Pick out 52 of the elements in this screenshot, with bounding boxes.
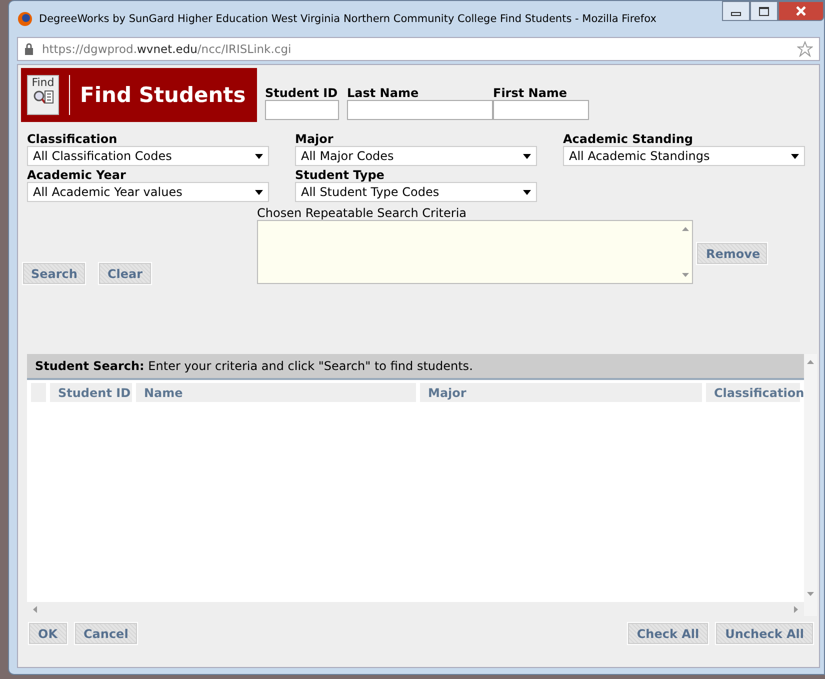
input-field[interactable] — [347, 100, 493, 120]
column-header[interactable]: Student ID — [50, 383, 132, 402]
vertical-scrollbar[interactable] — [804, 354, 817, 616]
field-label: Major — [295, 132, 334, 146]
dialog-button[interactable]: Cancel — [74, 623, 138, 644]
column-header[interactable]: Name — [136, 383, 416, 402]
page-title: Find Students — [80, 83, 246, 107]
field-label: Classification — [27, 132, 118, 146]
field-label: Last Name — [347, 86, 420, 100]
search-action-button[interactable]: Search — [23, 263, 86, 284]
scroll-up-icon[interactable] — [807, 360, 814, 364]
dropdown[interactable]: All Academic Year values — [27, 182, 269, 202]
close-icon[interactable] — [778, 1, 824, 21]
caret-icon — [523, 154, 531, 158]
browser-logo-icon — [17, 11, 33, 27]
check-button[interactable]: Uncheck All — [716, 623, 813, 644]
caret-icon — [523, 190, 531, 194]
input-field[interactable] — [265, 100, 339, 120]
address-bar[interactable]: https://dgwprod.wvnet.edu/ncc/IRISLink.cgi — [17, 37, 820, 61]
dropdown[interactable]: All Major Codes — [295, 146, 537, 166]
lock-icon — [24, 43, 34, 55]
scroll-down-icon[interactable] — [682, 273, 688, 277]
caret-icon — [255, 154, 263, 158]
check-button[interactable]: Check All — [628, 623, 708, 644]
field-label: Student ID — [265, 86, 339, 100]
field-label: First Name — [493, 86, 568, 100]
scroll-left-icon[interactable] — [33, 606, 37, 612]
bookmark-star-icon[interactable] — [797, 41, 813, 57]
scroll-up-icon[interactable] — [682, 227, 688, 231]
field-label: Student Type — [295, 168, 386, 182]
url-text: https://dgwprod.wvnet.edu/ncc/IRISLink.cgi — [42, 42, 292, 56]
dropdown[interactable]: All Classification Codes — [27, 146, 269, 166]
scroll-right-icon[interactable] — [794, 606, 798, 612]
dialog-button[interactable]: OK — [29, 623, 66, 644]
dropdown[interactable]: All Academic Standings — [563, 146, 805, 166]
results-hint: Student Search: Enter your criteria and click "Search" to find students. — [35, 359, 473, 373]
maximize-icon[interactable] — [750, 1, 778, 21]
dropdown[interactable]: All Student Type Codes — [295, 182, 537, 202]
remove-button[interactable]: Remove — [697, 243, 767, 264]
criteria-label: Chosen Repeatable Search Criteria — [257, 206, 468, 220]
window-title: DegreeWorks by SunGard Higher Education West Virginia Northern Community College Find Students - Mozilla Firefox — [39, 13, 656, 25]
scroll-down-icon[interactable] — [807, 592, 814, 596]
minimize-icon[interactable] — [722, 1, 750, 21]
field-label: Academic Standing — [563, 132, 694, 146]
column-header[interactable]: Major — [420, 383, 702, 402]
criteria-list[interactable] — [257, 220, 693, 284]
caret-icon — [791, 154, 799, 158]
search-action-button[interactable]: Clear — [99, 263, 151, 284]
field-label: Academic Year — [27, 168, 127, 182]
caret-icon — [255, 190, 263, 194]
find-icon: Find — [27, 75, 59, 115]
input-field[interactable] — [493, 100, 589, 120]
